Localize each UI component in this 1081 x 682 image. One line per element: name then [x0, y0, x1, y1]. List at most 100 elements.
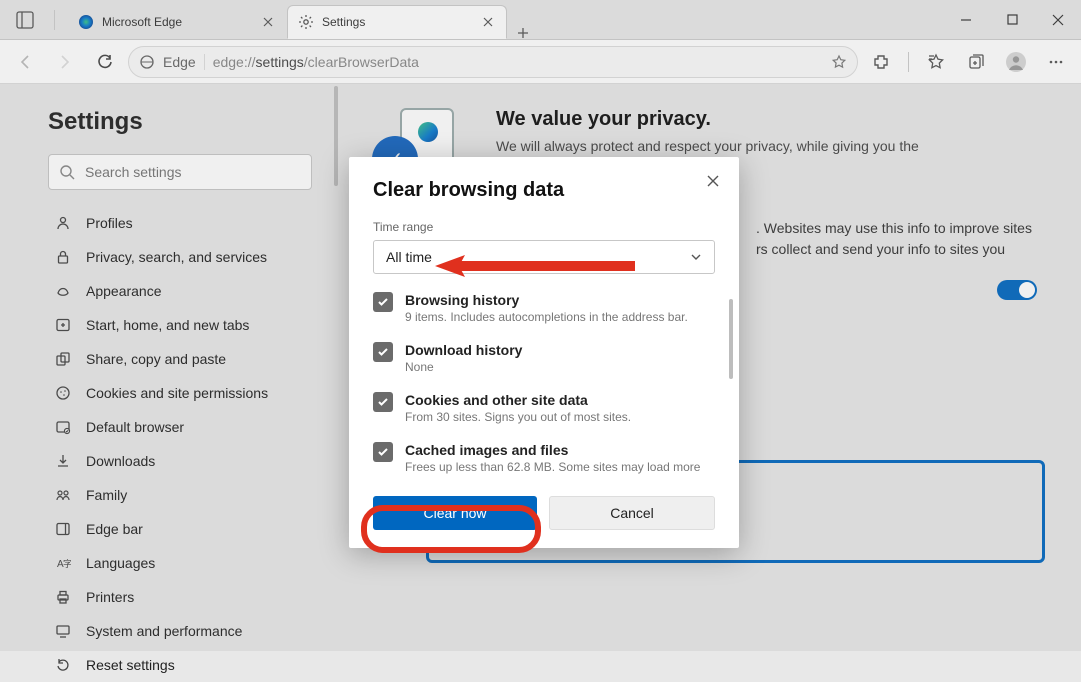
sidebar-item-label: Edge bar: [86, 521, 143, 537]
tab-label: Settings: [322, 15, 472, 29]
sidebar-item-label: Family: [86, 487, 127, 503]
sidebar-item-label: Share, copy and paste: [86, 351, 226, 367]
sidebar-scrollbar[interactable]: [334, 86, 338, 186]
settings-sidebar: Settings Profiles Privacy, search, and s…: [0, 84, 330, 651]
sidebar-item-label: Privacy, search, and services: [86, 249, 267, 265]
tracking-context-text: . Websites may use this info to improve …: [756, 218, 1045, 260]
check-cached[interactable]: Cached images and filesFrees up less tha…: [373, 442, 715, 474]
tab-actions-button[interactable]: [8, 3, 42, 37]
printer-icon: [54, 588, 72, 606]
time-range-select[interactable]: All time: [373, 240, 715, 274]
sidebar-item-label: Default browser: [86, 419, 184, 435]
sidebar-item-label: Appearance: [86, 283, 162, 299]
sidebar-item-share[interactable]: Share, copy and paste: [48, 342, 312, 376]
checkbox-icon[interactable]: [373, 442, 393, 462]
language-icon: A字: [54, 554, 72, 572]
divider: [908, 52, 909, 72]
collections-button[interactable]: [959, 45, 993, 79]
sidebar-item-label: Languages: [86, 555, 155, 571]
close-window-button[interactable]: [1035, 0, 1081, 39]
forward-button[interactable]: [48, 45, 82, 79]
sidebar-item-edgebar[interactable]: Edge bar: [48, 512, 312, 546]
addr-label: Edge: [163, 54, 196, 70]
family-icon: [54, 486, 72, 504]
sidebar-item-privacy[interactable]: Privacy, search, and services: [48, 240, 312, 274]
sidebar-item-reset[interactable]: Reset settings: [48, 648, 312, 682]
time-range-value: All time: [386, 249, 432, 265]
checkbox-icon[interactable]: [373, 342, 393, 362]
checkbox-icon[interactable]: [373, 392, 393, 412]
tab-settings[interactable]: Settings: [287, 5, 507, 39]
download-icon: [54, 452, 72, 470]
dialog-close-button[interactable]: [699, 167, 727, 195]
addr-url: edge://settings/clearBrowserData: [213, 54, 419, 70]
sidebar-item-label: System and performance: [86, 623, 242, 639]
clear-browsing-data-dialog: Clear browsing data Time range All time …: [349, 157, 739, 548]
sidebar-icon: [54, 520, 72, 538]
sidebar-item-family[interactable]: Family: [48, 478, 312, 512]
new-tab-button[interactable]: [507, 27, 539, 39]
maximize-button[interactable]: [989, 0, 1035, 39]
system-icon: [54, 622, 72, 640]
chevron-down-icon: [690, 251, 702, 263]
newtab-icon: [54, 316, 72, 334]
window-controls: [943, 0, 1081, 39]
lock-icon: [54, 248, 72, 266]
share-icon: [54, 350, 72, 368]
refresh-button[interactable]: [88, 45, 122, 79]
sidebar-item-printers[interactable]: Printers: [48, 580, 312, 614]
sidebar-item-default-browser[interactable]: Default browser: [48, 410, 312, 444]
cookie-icon: [54, 384, 72, 402]
dialog-scrollbar[interactable]: [729, 299, 733, 379]
search-settings-input[interactable]: [48, 154, 312, 190]
sidebar-item-label: Downloads: [86, 453, 155, 469]
reset-icon: [54, 656, 72, 674]
divider: [204, 54, 205, 70]
back-button[interactable]: [8, 45, 42, 79]
tab-edge[interactable]: Microsoft Edge: [67, 5, 287, 39]
address-bar[interactable]: Edge edge://settings/clearBrowserData: [128, 46, 858, 78]
tracking-toggle[interactable]: [997, 280, 1037, 300]
sidebar-item-system[interactable]: System and performance: [48, 614, 312, 648]
close-icon[interactable]: [260, 14, 276, 30]
sidebar-item-start[interactable]: Start, home, and new tabs: [48, 308, 312, 342]
sidebar-item-profiles[interactable]: Profiles: [48, 206, 312, 240]
search-icon: [59, 164, 75, 180]
sidebar-item-downloads[interactable]: Downloads: [48, 444, 312, 478]
sidebar-item-label: Reset settings: [86, 657, 175, 673]
check-download-history[interactable]: Download historyNone: [373, 342, 715, 374]
edge-addr-icon: [139, 54, 155, 70]
favorites-button[interactable]: [919, 45, 953, 79]
svg-text:字: 字: [63, 558, 71, 569]
checkbox-icon[interactable]: [373, 292, 393, 312]
profile-button[interactable]: [999, 45, 1033, 79]
edge-icon: [78, 14, 94, 30]
appearance-icon: [54, 282, 72, 300]
tab-label: Microsoft Edge: [102, 15, 252, 29]
sidebar-item-label: Printers: [86, 589, 134, 605]
sidebar-item-languages[interactable]: A字 Languages: [48, 546, 312, 580]
more-button[interactable]: [1039, 45, 1073, 79]
check-browsing-history[interactable]: Browsing history9 items. Includes autoco…: [373, 292, 715, 324]
sidebar-item-cookies[interactable]: Cookies and site permissions: [48, 376, 312, 410]
settings-title: Settings: [48, 108, 312, 136]
check-cookies[interactable]: Cookies and other site dataFrom 30 sites…: [373, 392, 715, 424]
cancel-button[interactable]: Cancel: [549, 496, 715, 530]
dialog-title: Clear browsing data: [373, 179, 715, 202]
divider: [54, 10, 55, 30]
extensions-button[interactable]: [864, 45, 898, 79]
close-icon[interactable]: [480, 14, 496, 30]
sidebar-item-label: Start, home, and new tabs: [86, 317, 249, 333]
sidebar-item-label: Cookies and site permissions: [86, 385, 268, 401]
sidebar-item-label: Profiles: [86, 215, 133, 231]
clear-now-button[interactable]: Clear now: [373, 496, 537, 530]
titlebar: Microsoft Edge Settings: [0, 0, 1081, 40]
profile-icon: [54, 214, 72, 232]
privacy-heading: We value your privacy.: [496, 108, 919, 131]
gear-icon: [298, 14, 314, 30]
favorite-icon[interactable]: [831, 54, 847, 70]
browser-icon: [54, 418, 72, 436]
toolbar: Edge edge://settings/clearBrowserData: [0, 40, 1081, 84]
sidebar-item-appearance[interactable]: Appearance: [48, 274, 312, 308]
minimize-button[interactable]: [943, 0, 989, 39]
